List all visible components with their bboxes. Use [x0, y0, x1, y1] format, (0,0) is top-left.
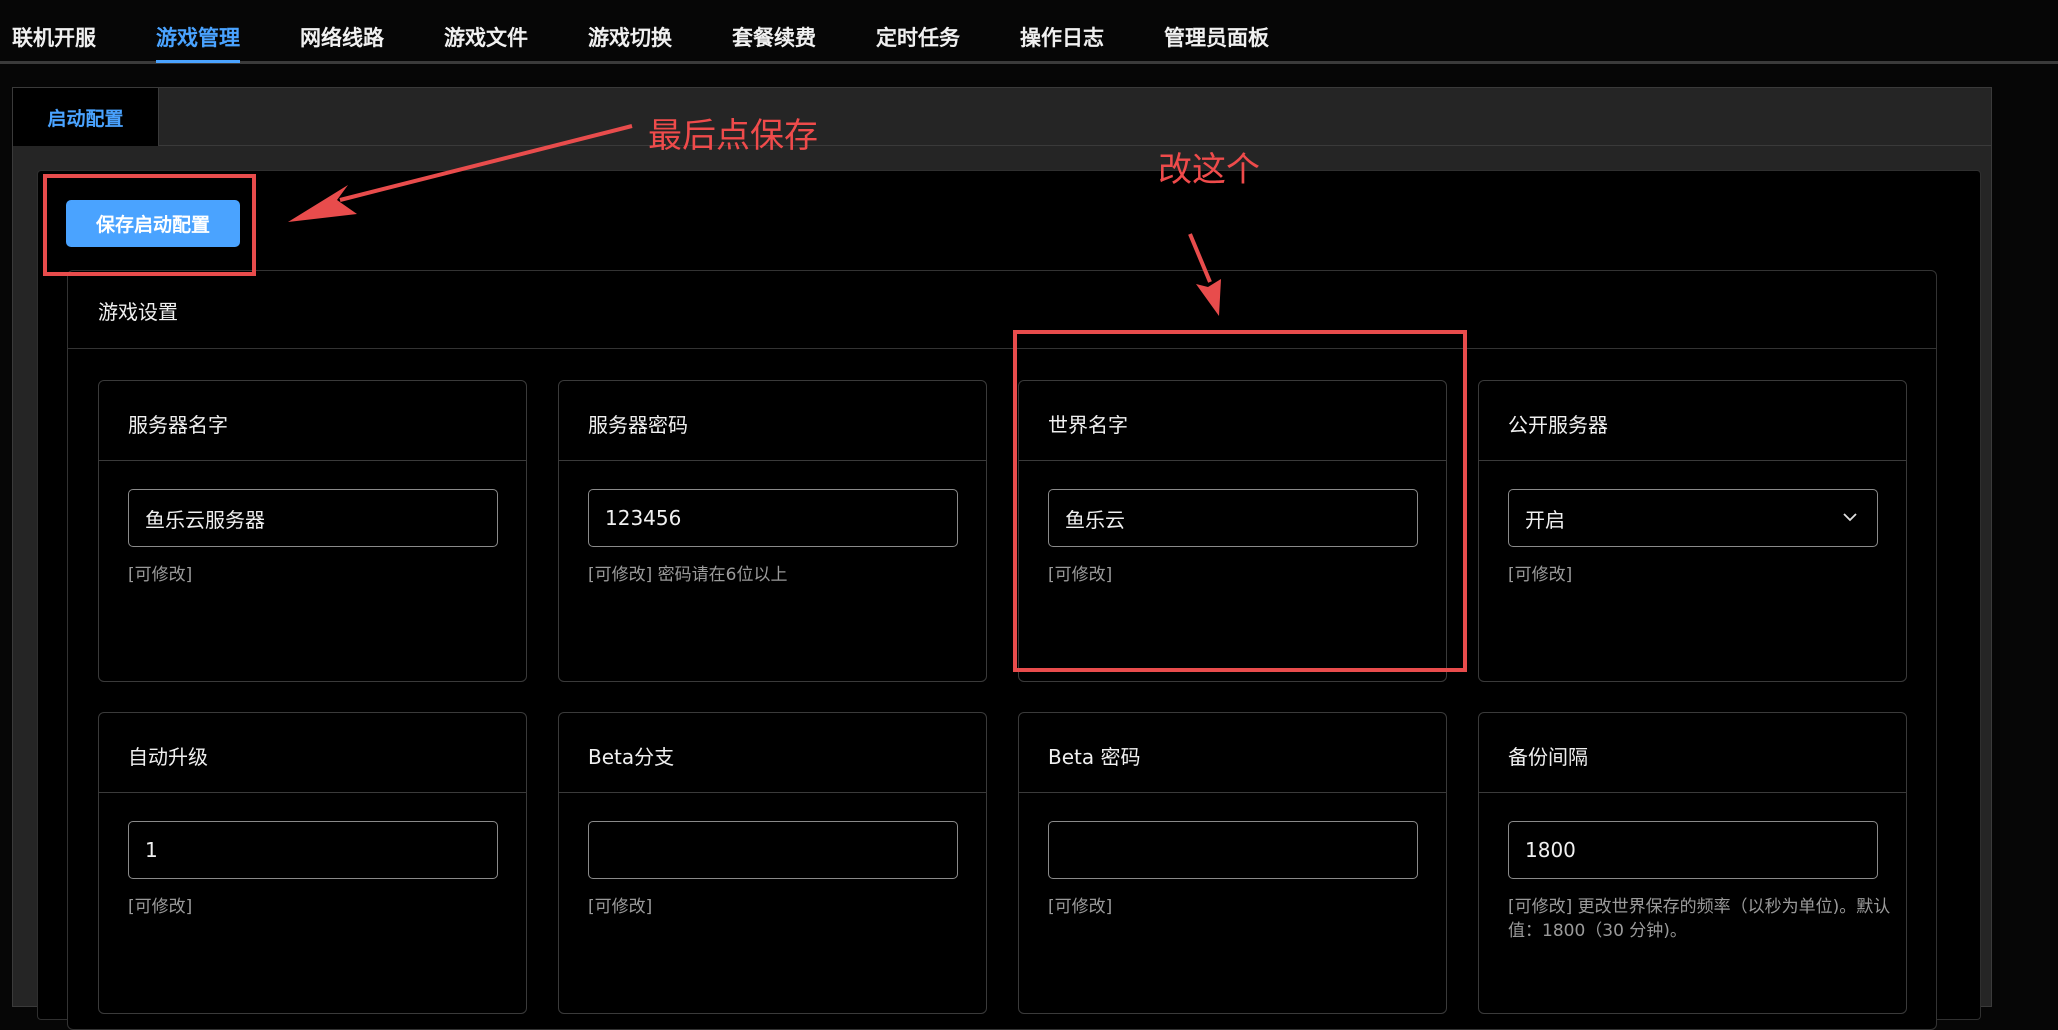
field-backup-interval: 备份间隔 1800 [可修改] 更改世界保存的频率（以秒为单位)。默认值：180… [1478, 712, 1907, 1014]
field-label: 服务器密码 [588, 413, 688, 437]
chevron-down-icon [1843, 513, 1857, 522]
nav-tab-game-switch[interactable]: 游戏切换 [588, 22, 672, 52]
server-name-input[interactable]: 鱼乐云服务器 [128, 489, 498, 547]
divider [1479, 460, 1906, 461]
field-label: 备份间隔 [1508, 745, 1588, 769]
field-help: [可修改] [1048, 897, 1113, 917]
annotation-save-hint: 最后点保存 [648, 116, 818, 156]
nav-tab-operation-logs[interactable]: 操作日志 [1020, 22, 1104, 52]
select-value: 开启 [1525, 507, 1565, 532]
nav-tab-game-management[interactable]: 游戏管理 [156, 22, 240, 52]
game-settings-title: 游戏设置 [98, 300, 178, 324]
top-nav: 联机开服 游戏管理 网络线路 游戏文件 游戏切换 套餐续费 定时任务 操作日志 … [0, 0, 2058, 64]
backup-interval-input[interactable]: 1800 [1508, 821, 1878, 879]
field-help: [可修改] 密码请在6位以上 [588, 565, 788, 585]
field-auto-upgrade: 自动升级 1 [可修改] [98, 712, 527, 1014]
field-label: Beta分支 [588, 745, 675, 769]
field-help: [可修改] [588, 897, 653, 917]
field-server-name: 服务器名字 鱼乐云服务器 [可修改] [98, 380, 527, 682]
server-password-input[interactable]: 123456 [588, 489, 958, 547]
field-beta-password: Beta 密码 [可修改] [1018, 712, 1447, 1014]
field-help: [可修改] [128, 565, 193, 585]
field-help: [可修改] [128, 897, 193, 917]
panel-tab-bar: 启动配置 [13, 88, 1991, 146]
divider [1019, 792, 1446, 793]
field-help: [可修改] [1508, 565, 1573, 585]
field-server-password: 服务器密码 123456 [可修改] 密码请在6位以上 [558, 380, 987, 682]
divider [99, 792, 526, 793]
field-label: 服务器名字 [128, 413, 228, 437]
beta-branch-input[interactable] [588, 821, 958, 879]
divider [559, 792, 986, 793]
nav-tab-game-files[interactable]: 游戏文件 [444, 22, 528, 52]
divider [68, 348, 1936, 349]
field-label: Beta 密码 [1048, 745, 1141, 769]
nav-tab-network-routes[interactable]: 网络线路 [300, 22, 384, 52]
nav-tab-admin-panel[interactable]: 管理员面板 [1164, 22, 1269, 52]
field-label: 自动升级 [128, 745, 208, 769]
public-server-select[interactable]: 开启 [1508, 489, 1878, 547]
field-public-server: 公开服务器 开启 [可修改] [1478, 380, 1907, 682]
divider [559, 460, 986, 461]
nav-tab-plan-renewal[interactable]: 套餐续费 [732, 22, 816, 52]
annotation-box-world-name [1013, 330, 1467, 672]
annotation-change-hint: 改这个 [1158, 150, 1260, 190]
auto-upgrade-input[interactable]: 1 [128, 821, 498, 879]
field-help: [可修改] 更改世界保存的频率（以秒为单位)。默认值：1800（30 分钟)。 [1508, 897, 1891, 941]
active-tab-underline [156, 60, 240, 63]
beta-password-input[interactable] [1048, 821, 1418, 879]
nav-tab-scheduled-tasks[interactable]: 定时任务 [876, 22, 960, 52]
tab-launch-config[interactable]: 启动配置 [13, 88, 159, 146]
field-label: 公开服务器 [1508, 413, 1608, 437]
divider [99, 460, 526, 461]
field-beta-branch: Beta分支 [可修改] [558, 712, 987, 1014]
nav-tab-online-server[interactable]: 联机开服 [12, 22, 96, 52]
divider [1479, 792, 1906, 793]
annotation-box-save [43, 174, 256, 276]
